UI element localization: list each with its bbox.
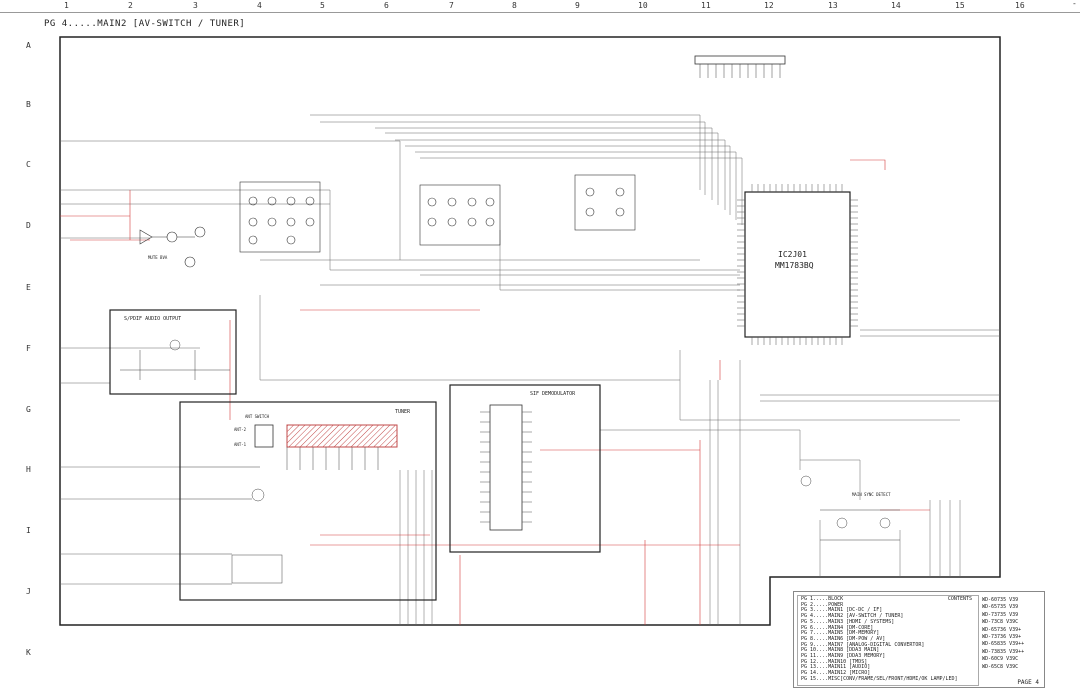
ant2-label: ANT-2: [234, 427, 247, 432]
spdif-block-outline: [109, 309, 237, 395]
sif-ic: [489, 404, 523, 531]
tuner-label: TUNER: [395, 409, 411, 415]
main-sync-circuit: [800, 475, 900, 541]
spdif-label: S/PDIF AUDIO OUTPUT: [124, 316, 181, 322]
model-item: WD-60C9 V39C: [982, 656, 1019, 663]
model-item: WD-73C8 V39C: [982, 619, 1019, 626]
contents-list: CONTENTS PG 1.....BLOCK PG 2.....POWER P…: [797, 595, 979, 686]
ant-switch-relay: [254, 424, 274, 448]
av-jacks-mid: [419, 174, 636, 246]
sif-label: SIF DEMODULATOR: [530, 391, 576, 397]
model-item: WD-65C8 V39C: [982, 663, 1019, 670]
mute-label: MUTE BVA: [148, 255, 168, 260]
ic-ref-label: IC2J01: [778, 250, 807, 259]
model-item: WD-65835 V39++: [982, 641, 1025, 648]
contents-panel: CONTENTS PG 1.....BLOCK PG 2.....POWER P…: [793, 591, 1045, 688]
ant-switch-label: ANT SWITCH: [245, 414, 270, 419]
contents-item: PG 15....MISC[CONV/FRAME/SEL/FRONT/HDMI/…: [801, 675, 958, 682]
ic-part-label: MM1783BQ: [775, 261, 814, 270]
model-item: WD-65735 V39: [982, 604, 1019, 611]
mute-circuit: [139, 226, 206, 268]
tuner-transistor: [251, 488, 265, 502]
tuner-ic: [231, 554, 283, 584]
model-item: WD-65736 V39+: [982, 626, 1022, 633]
page-number: PAGE 4: [1017, 679, 1039, 687]
board-outline: [59, 36, 1001, 626]
av-jacks-left: [239, 181, 321, 253]
main-sync-label: MAIN SYNC DETECT: [852, 492, 891, 497]
top-connector: [694, 55, 786, 78]
model-item: WD-73735 V39: [982, 611, 1019, 618]
model-item: WD-60735 V39: [982, 597, 1019, 603]
model-list: WD-60735 V39 WD-65735 V39 WD-73735 V39 W…: [982, 597, 1024, 671]
tuner-module: [286, 424, 398, 448]
model-item: WD-73835 V39++: [982, 648, 1025, 655]
spdif-transistor: [169, 339, 181, 351]
model-item: WD-73736 V39+: [982, 634, 1022, 641]
sif-block-outline: [449, 384, 601, 553]
ant1-label: ANT-1: [234, 442, 247, 447]
